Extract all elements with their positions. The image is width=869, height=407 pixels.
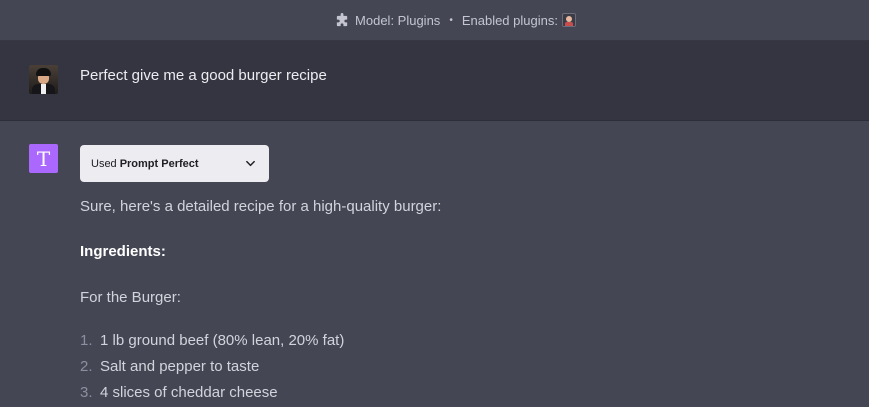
user-message: Perfect give me a good burger recipe [0,41,869,121]
plugin-used-prefix: Used [91,157,117,170]
user-avatar [29,65,58,94]
ingredients-heading: Ingredients: [80,243,166,260]
list-item: 1. 1 lb ground beef (80% lean, 20% fat) [80,332,344,349]
list-item-number: 3. [80,384,93,401]
chat-page: Model: Plugins • Enabled plugins: Perfec… [0,0,869,407]
model-label: Model: Plugins [355,12,441,28]
chevron-down-icon [245,158,256,169]
list-item-number: 1. [80,332,93,349]
burger-subheading: For the Burger: [80,289,181,306]
model-info-bar: Model: Plugins • Enabled plugins: [0,0,869,41]
enabled-plugins-label: Enabled plugins: [461,12,558,28]
assistant-avatar: T [29,144,58,173]
prompt-perfect-logo-icon[interactable] [561,13,576,27]
user-message-text: Perfect give me a good burger recipe [80,67,327,84]
assistant-message: T Used Prompt Perfect Sure, here's a det… [0,121,869,407]
list-item: 3. 4 slices of cheddar cheese [80,384,278,401]
separator-dot: • [449,14,453,26]
intro-text: Sure, here's a detailed recipe for a hig… [80,198,442,215]
list-item-text: 1 lb ground beef (80% lean, 20% fat) [100,332,345,349]
plugin-used-dropdown[interactable]: Used Prompt Perfect [80,145,269,182]
list-item: 2. Salt and pepper to taste [80,358,259,375]
list-item-text: 4 slices of cheddar cheese [100,384,278,401]
plugin-used-name: Prompt Perfect [119,157,199,170]
puzzle-icon [335,12,350,28]
list-item-number: 2. [80,358,93,375]
list-item-text: Salt and pepper to taste [100,358,260,375]
